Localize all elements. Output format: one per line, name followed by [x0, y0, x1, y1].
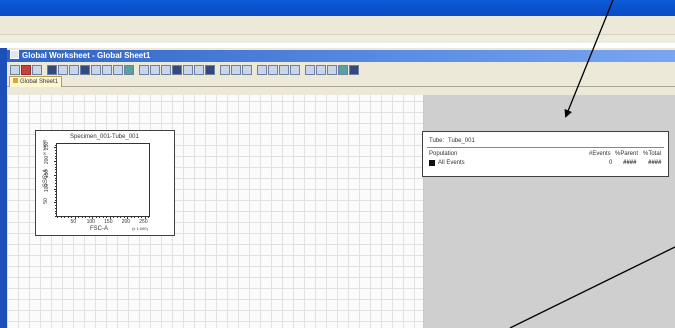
- annotation-line: [509, 246, 675, 328]
- annotation-overlay: [509, 0, 675, 328]
- annotation-arrow: [564, 0, 614, 118]
